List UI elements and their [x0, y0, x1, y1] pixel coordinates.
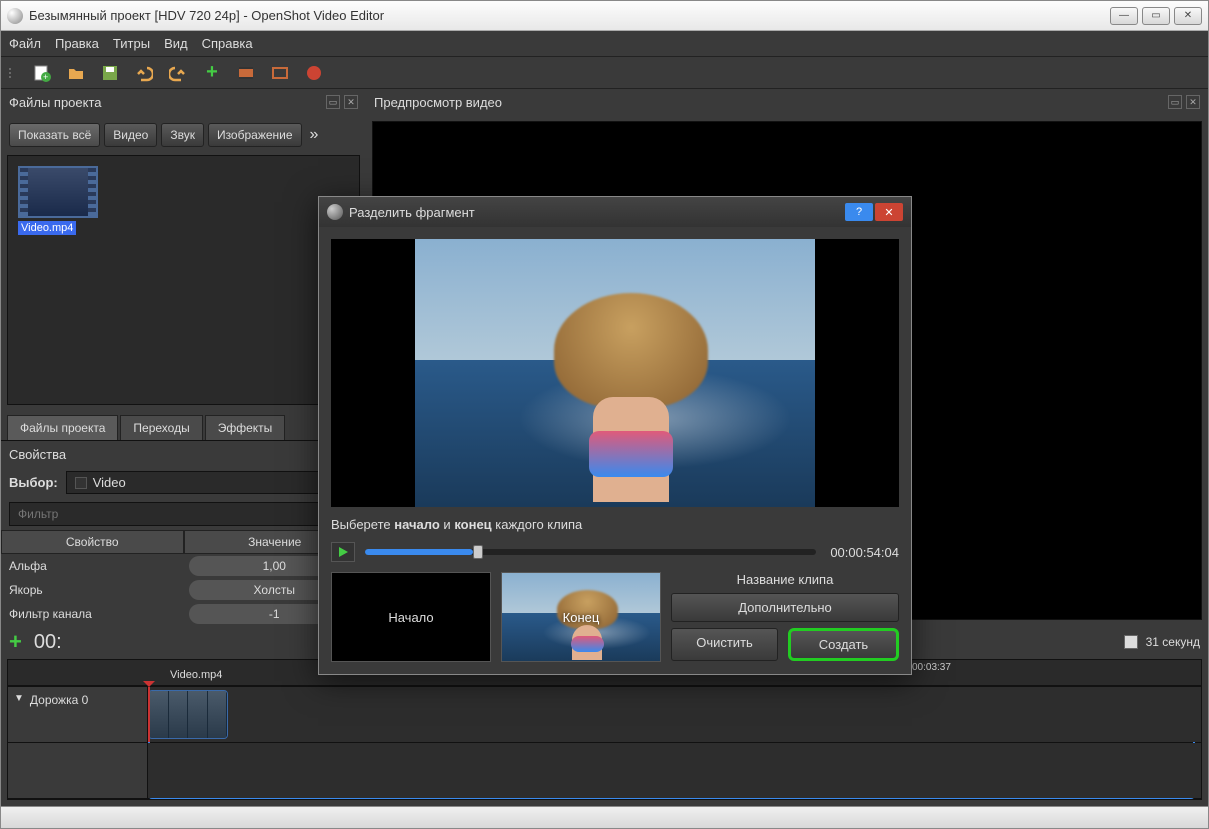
- create-button[interactable]: Создать: [788, 628, 899, 661]
- project-files-header: Файлы проекта ▭✕: [1, 89, 366, 115]
- property-target-select[interactable]: Video: [66, 471, 358, 494]
- properties-header: Свойства: [9, 447, 66, 462]
- start-clip-button[interactable]: Начало: [331, 572, 491, 662]
- clear-button[interactable]: Очистить: [671, 628, 778, 661]
- menu-bar: Файл Правка Титры Вид Справка: [1, 31, 1208, 57]
- property-row[interactable]: Фильтр канала-1: [1, 602, 366, 626]
- split-clip-dialog: Разделить фрагмент ? ✕ Выберете начало и…: [318, 196, 912, 675]
- minimize-button[interactable]: —: [1110, 7, 1138, 25]
- preview-header: Предпросмотр видео ▭✕: [366, 89, 1208, 115]
- open-project-button[interactable]: [65, 62, 87, 84]
- window-title: Безымянный проект [HDV 720 24p] - OpenSh…: [29, 8, 384, 23]
- filter-more-icon[interactable]: »: [310, 126, 319, 144]
- add-track-button[interactable]: +: [9, 629, 22, 655]
- timeline-tracks: ▼ Дорожка 0 Video.mp4: [7, 686, 1202, 800]
- maximize-button[interactable]: ▭: [1142, 7, 1170, 25]
- playhead[interactable]: [148, 687, 150, 742]
- file-filter-row: Показать всё Видео Звук Изображение »: [1, 115, 366, 155]
- undo-button[interactable]: [133, 62, 155, 84]
- app-icon: [327, 204, 343, 220]
- thumbnail-icon: [18, 166, 98, 218]
- slider-thumb[interactable]: [473, 545, 483, 559]
- filter-audio-button[interactable]: Звук: [161, 123, 204, 147]
- profile-button[interactable]: [235, 62, 257, 84]
- timeline-clip[interactable]: [148, 690, 228, 739]
- play-button[interactable]: [331, 542, 355, 562]
- properties-panel: Свойства ▭✕ Выбор: Video СвойствоЗначени…: [1, 441, 366, 626]
- property-row[interactable]: Альфа1,00: [1, 554, 366, 578]
- toolbar: + +: [1, 57, 1208, 89]
- tab-files[interactable]: Файлы проекта: [7, 415, 118, 440]
- save-project-button[interactable]: [99, 62, 121, 84]
- dialog-title-bar: Разделить фрагмент ? ✕: [319, 197, 911, 227]
- tab-transitions[interactable]: Переходы: [120, 415, 202, 440]
- dialog-preview: [331, 239, 899, 507]
- close-panel-icon[interactable]: ✕: [344, 95, 358, 109]
- preview-time: 00:00:54:04: [830, 545, 899, 560]
- import-button[interactable]: +: [201, 62, 223, 84]
- menu-edit[interactable]: Правка: [55, 36, 99, 51]
- track-body[interactable]: Video.mp4: [148, 687, 1201, 742]
- filter-image-button[interactable]: Изображение: [208, 123, 302, 147]
- track-header[interactable]: ▼ Дорожка 0: [8, 687, 148, 742]
- export-button[interactable]: [303, 62, 325, 84]
- tab-effects[interactable]: Эффекты: [205, 415, 286, 440]
- close-button[interactable]: ✕: [1174, 7, 1202, 25]
- menu-titles[interactable]: Титры: [113, 36, 150, 51]
- select-label: Выбор:: [9, 475, 58, 490]
- chevron-down-icon[interactable]: ▼: [14, 693, 24, 704]
- dialog-help-button[interactable]: ?: [845, 203, 873, 221]
- left-tabs: Файлы проекта Переходы Эффекты: [1, 411, 366, 441]
- dialog-close-button[interactable]: ✕: [875, 203, 903, 221]
- clip-name-label: Название клипа: [671, 572, 899, 587]
- undock-icon[interactable]: ▭: [326, 95, 340, 109]
- property-table-header: СвойствоЗначение: [1, 530, 366, 554]
- instruction-text: Выберете начало и конец каждого клипа: [331, 517, 899, 532]
- menu-view[interactable]: Вид: [164, 36, 188, 51]
- close-panel-icon[interactable]: ✕: [1186, 95, 1200, 109]
- title-bar: Безымянный проект [HDV 720 24p] - OpenSh…: [1, 1, 1208, 31]
- project-file-item[interactable]: Video.mp4: [18, 166, 98, 236]
- undock-icon[interactable]: ▭: [1168, 95, 1182, 109]
- fullscreen-button[interactable]: [269, 62, 291, 84]
- app-icon: [7, 8, 23, 24]
- clip-label: Video.mp4: [170, 669, 222, 681]
- property-row[interactable]: ЯкорьХолсты: [1, 578, 366, 602]
- new-project-button[interactable]: +: [31, 62, 53, 84]
- filter-video-button[interactable]: Видео: [104, 123, 157, 147]
- menu-help[interactable]: Справка: [202, 36, 253, 51]
- redo-button[interactable]: [167, 62, 189, 84]
- dialog-title: Разделить фрагмент: [349, 205, 475, 220]
- more-options-button[interactable]: Дополнительно: [671, 593, 899, 622]
- property-filter-input[interactable]: [9, 502, 358, 526]
- svg-text:+: +: [43, 72, 48, 82]
- end-clip-button[interactable]: Конец: [501, 572, 661, 662]
- playhead-time: 00:: [34, 631, 62, 654]
- menu-file[interactable]: Файл: [9, 36, 41, 51]
- filter-all-button[interactable]: Показать всё: [9, 123, 100, 147]
- window-buttons: — ▭ ✕: [1110, 7, 1202, 25]
- zoom-label: 31 секунд: [1146, 635, 1200, 649]
- project-files-area[interactable]: Video.mp4: [7, 155, 360, 405]
- file-name-label: Video.mp4: [18, 221, 76, 235]
- status-bar: [1, 806, 1208, 828]
- preview-slider[interactable]: [365, 549, 816, 555]
- zoom-slider[interactable]: [1124, 635, 1138, 649]
